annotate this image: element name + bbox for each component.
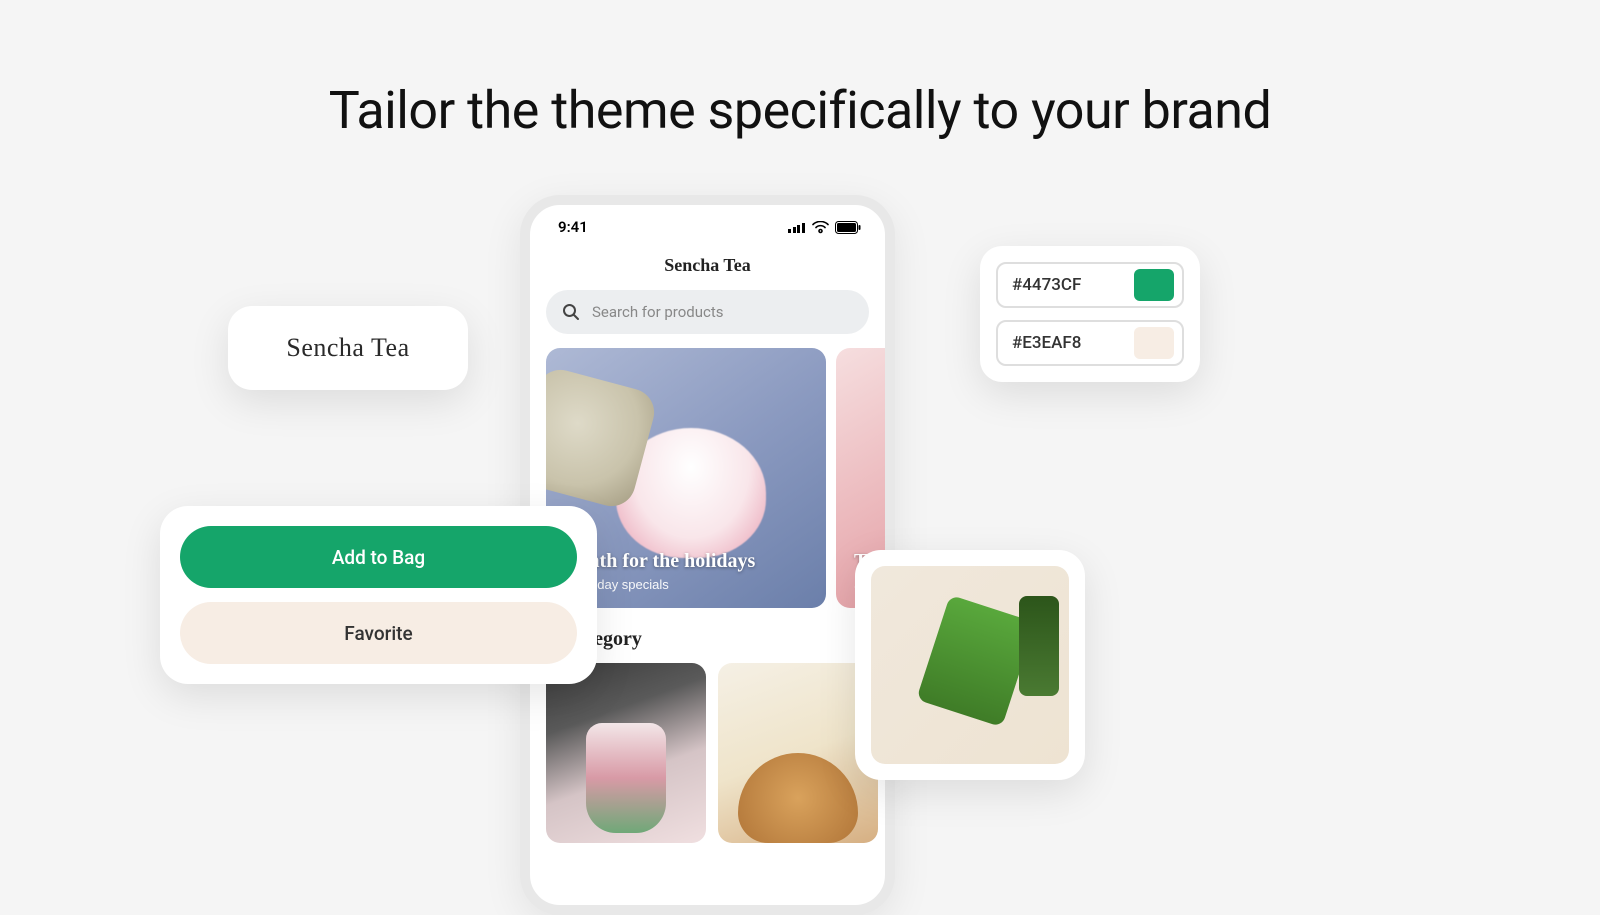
signal-icon — [788, 221, 806, 233]
add-to-bag-button[interactable]: Add to Bag — [180, 526, 577, 588]
search-input[interactable]: Search for products — [546, 290, 869, 334]
category-card[interactable] — [546, 663, 706, 843]
battery-icon — [835, 221, 861, 234]
color-picker-card: #4473CF #E3EAF8 — [980, 246, 1200, 382]
color-swatch — [1134, 327, 1174, 359]
brand-name-card: Sencha Tea — [228, 306, 468, 390]
brand-logo: Sencha Tea — [286, 333, 409, 363]
hero-title: armth for the holidays — [564, 550, 808, 573]
color-input[interactable]: #E3EAF8 — [996, 320, 1184, 366]
search-placeholder: Search for products — [592, 303, 724, 321]
buttons-card: Add to Bag Favorite — [160, 506, 597, 684]
wifi-icon — [812, 221, 829, 234]
page-headline: Tailor the theme specifically to your br… — [0, 80, 1600, 141]
search-icon — [562, 303, 580, 321]
sample-image-card — [855, 550, 1085, 780]
app-title: Sencha Tea — [530, 249, 885, 290]
color-hex-label: #4473CF — [1012, 275, 1120, 295]
color-input[interactable]: #4473CF — [996, 262, 1184, 308]
favorite-button[interactable]: Favorite — [180, 602, 577, 664]
category-card[interactable] — [718, 663, 878, 843]
status-time: 9:41 — [558, 218, 788, 236]
sample-image — [871, 566, 1069, 764]
hero-subtitle: w holiday specials — [564, 577, 808, 592]
color-hex-label: #E3EAF8 — [1012, 333, 1120, 353]
color-swatch — [1134, 269, 1174, 301]
status-bar: 9:41 — [530, 205, 885, 249]
